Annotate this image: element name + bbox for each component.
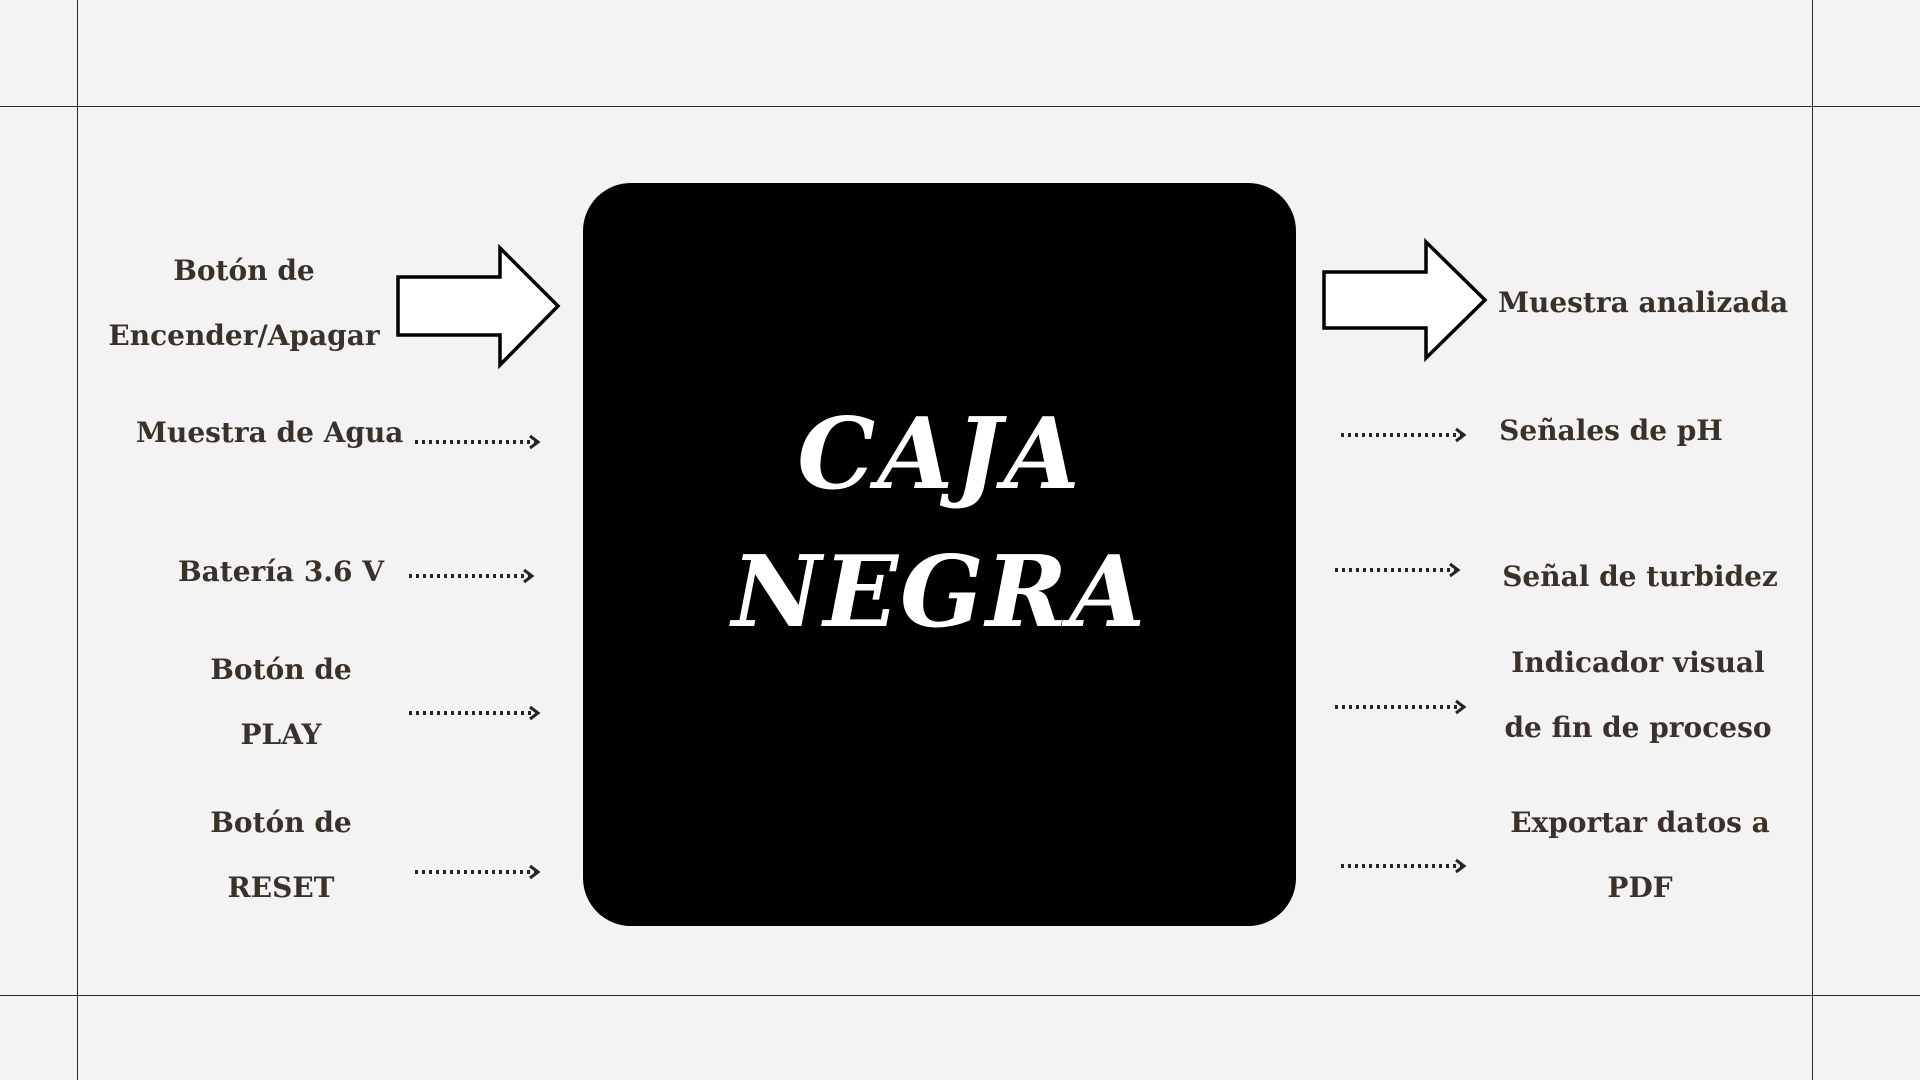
end-indicator-dotted-arrow xyxy=(1335,699,1467,715)
ph-signals-dotted-arrow xyxy=(1341,427,1467,443)
export-pdf-dotted-arrow xyxy=(1341,858,1467,874)
turbidity-dotted-arrow xyxy=(1335,562,1461,578)
water-sample-dotted-arrow xyxy=(415,434,541,450)
analyzed-sample-output-block-arrow xyxy=(1322,237,1488,363)
play-dotted-arrow xyxy=(409,705,541,721)
reset-dotted-arrow xyxy=(415,864,541,880)
arrows-layer xyxy=(396,237,1488,880)
power-input-block-arrow xyxy=(396,243,561,370)
battery-dotted-arrow xyxy=(409,568,535,584)
